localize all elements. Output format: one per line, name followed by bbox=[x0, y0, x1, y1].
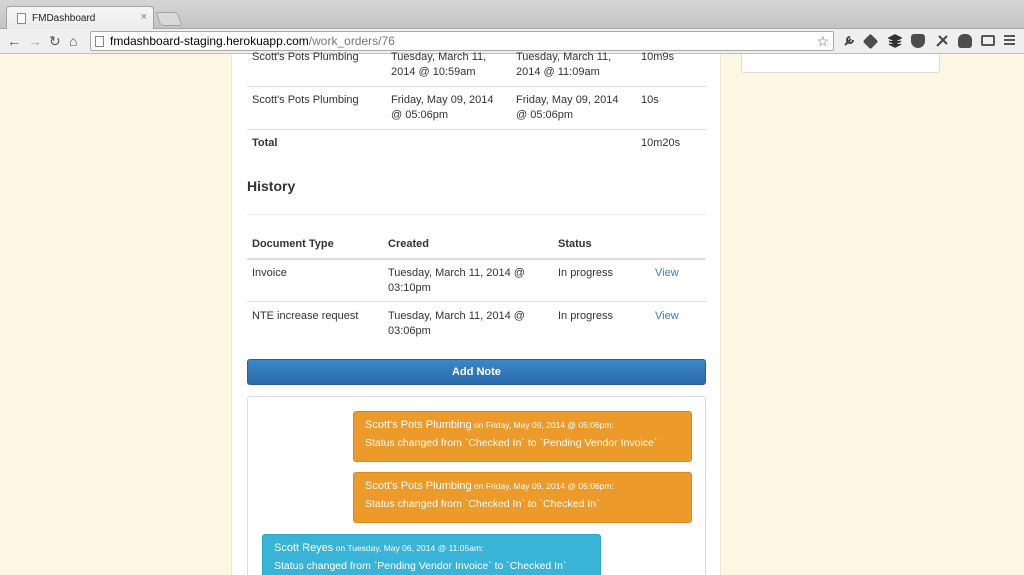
note-author: Scott Reyes bbox=[274, 542, 334, 554]
note-body: Status changed from `Pending Vendor Invo… bbox=[274, 560, 567, 572]
vendor-cell: Scott's Pots Plumbing bbox=[252, 94, 359, 106]
side-panel bbox=[741, 54, 940, 73]
browser-menu-icon[interactable] bbox=[1004, 35, 1015, 47]
tab-title: FMDashboard bbox=[32, 12, 96, 24]
start-time-cell: 2014 @ 10:59am bbox=[391, 66, 476, 78]
view-link[interactable]: View bbox=[655, 309, 679, 324]
column-header-created: Created bbox=[388, 238, 429, 250]
duration-cell: 10s bbox=[641, 94, 659, 106]
total-label: Total bbox=[252, 137, 278, 149]
forward-icon[interactable]: → bbox=[28, 32, 42, 50]
url-path: /work_orders/76 bbox=[308, 34, 395, 48]
url-host: fmdashboard-staging.herokuapp.com bbox=[110, 34, 309, 48]
layers-extension-icon[interactable] bbox=[887, 34, 903, 48]
bookmark-star-icon[interactable]: ☆ bbox=[816, 33, 829, 50]
note-body: Status changed from `Checked In` to `Pen… bbox=[365, 437, 658, 449]
end-time-cell: Friday, May 09, 2014 bbox=[516, 94, 619, 106]
table-row: Scott's Pots Plumbing Tuesday, March 11,… bbox=[247, 51, 706, 87]
total-value: 10m20s bbox=[641, 137, 681, 149]
column-header-status: Status bbox=[558, 238, 592, 250]
start-time-cell: @ 05:06pm bbox=[391, 109, 449, 121]
total-row: Total 10m20s bbox=[247, 130, 706, 158]
new-tab-button[interactable] bbox=[155, 12, 183, 26]
back-icon[interactable]: ← bbox=[7, 32, 21, 50]
pocket-extension-icon[interactable] bbox=[911, 34, 925, 48]
note-author: Scott's Pots Plumbing bbox=[365, 419, 472, 431]
end-time-cell: @ 05:06pm bbox=[516, 109, 574, 121]
work-order-content: Scott's Pots Plumbing Tuesday, March 11,… bbox=[231, 51, 721, 575]
browser-tab-bar: FMDashboard × bbox=[0, 0, 1024, 29]
note-date: on Tuesday, May 06, 2014 @ 11:05am: bbox=[333, 543, 484, 553]
history-table-header: Document Type Created Status bbox=[247, 231, 706, 258]
tab-close-icon[interactable]: × bbox=[141, 11, 147, 23]
home-icon[interactable]: ⌂ bbox=[69, 32, 77, 50]
address-bar[interactable]: fmdashboard-staging.herokuapp.com/work_o… bbox=[90, 31, 834, 51]
note-item: Scott's Pots Plumbing on Friday, May 09,… bbox=[353, 411, 692, 462]
tools-extension-icon[interactable] bbox=[935, 34, 949, 48]
browser-tab[interactable]: FMDashboard × bbox=[6, 6, 154, 29]
page-icon bbox=[17, 12, 26, 24]
end-time-cell: 2014 @ 11:09am bbox=[516, 66, 600, 78]
start-time-cell: Friday, May 09, 2014 bbox=[391, 94, 494, 106]
status-cell: In progress bbox=[558, 267, 614, 279]
document-type-cell: Invoice bbox=[252, 267, 287, 279]
status-cell: In progress bbox=[558, 310, 614, 322]
page-icon bbox=[95, 35, 104, 47]
table-row: NTE increase request Tuesday, March 11, … bbox=[247, 302, 706, 346]
history-heading: History bbox=[247, 178, 296, 194]
table-row: Invoice Tuesday, March 11, 2014 @ 03:10p… bbox=[247, 260, 706, 302]
reload-icon[interactable]: ↻ bbox=[49, 32, 61, 50]
add-note-button[interactable]: Add Note bbox=[247, 359, 706, 385]
created-cell: 03:10pm bbox=[388, 282, 431, 294]
created-cell: 03:06pm bbox=[388, 325, 431, 337]
table-row: Scott's Pots Plumbing Friday, May 09, 20… bbox=[247, 87, 706, 130]
created-cell: Tuesday, March 11, 2014 @ bbox=[388, 310, 525, 322]
note-date: on Friday, May 09, 2014 @ 05:06pm: bbox=[471, 420, 614, 430]
document-type-cell: NTE increase request bbox=[252, 310, 359, 322]
wrench-extension-icon[interactable] bbox=[842, 34, 856, 48]
view-link[interactable]: View bbox=[655, 266, 679, 281]
duration-cell: 10m9s bbox=[641, 51, 675, 63]
column-header-document-type: Document Type bbox=[252, 238, 334, 250]
note-item: Scott Reyes on Tuesday, May 06, 2014 @ 1… bbox=[262, 534, 601, 575]
vendor-cell: Scott's Pots Plumbing bbox=[252, 51, 359, 63]
evernote-extension-icon[interactable] bbox=[958, 34, 972, 48]
start-time-cell: Tuesday, March 11, bbox=[391, 51, 487, 63]
divider bbox=[247, 214, 706, 215]
note-author: Scott's Pots Plumbing bbox=[365, 480, 472, 492]
notes-feed: Scott's Pots Plumbing on Friday, May 09,… bbox=[247, 396, 706, 575]
note-item: Scott's Pots Plumbing on Friday, May 09,… bbox=[353, 472, 692, 523]
tag-extension-icon[interactable] bbox=[862, 33, 879, 50]
cast-icon[interactable] bbox=[981, 35, 995, 46]
browser-toolbar: ← → ↻ ⌂ fmdashboard-staging.herokuapp.co… bbox=[0, 29, 1024, 54]
created-cell: Tuesday, March 11, 2014 @ bbox=[388, 267, 525, 279]
end-time-cell: Tuesday, March 11, bbox=[516, 51, 612, 63]
note-date: on Friday, May 09, 2014 @ 05:06pm: bbox=[471, 481, 614, 491]
note-body: Status changed from `Checked In` to `Che… bbox=[365, 498, 600, 510]
